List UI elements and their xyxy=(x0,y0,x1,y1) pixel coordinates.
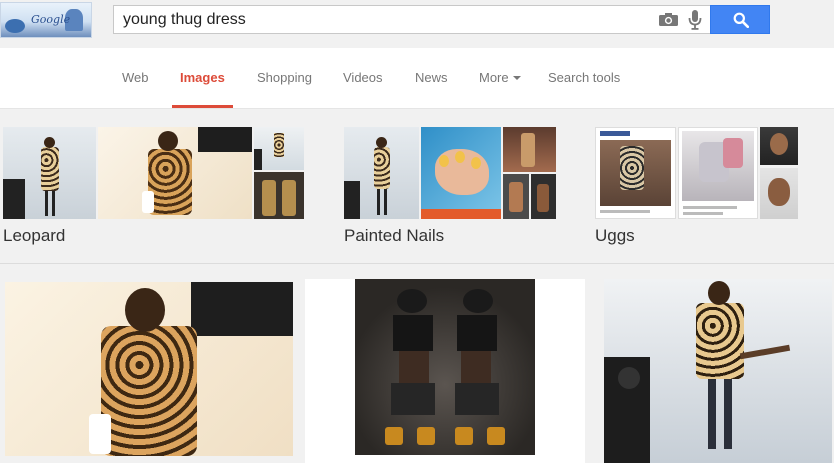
related-thumbnail[interactable] xyxy=(254,172,304,219)
related-thumbnail[interactable] xyxy=(421,127,501,219)
camera-icon[interactable] xyxy=(659,13,678,26)
tab-shopping[interactable]: Shopping xyxy=(257,70,312,85)
search-input[interactable] xyxy=(123,6,643,33)
related-thumbnail[interactable] xyxy=(344,127,419,219)
image-result[interactable] xyxy=(604,279,832,463)
tab-more-label: More xyxy=(479,70,509,85)
tab-more[interactable]: More xyxy=(479,70,521,85)
tab-videos[interactable]: Videos xyxy=(343,70,383,85)
tab-images[interactable]: Images xyxy=(180,70,225,85)
search-box[interactable] xyxy=(113,5,711,34)
active-tab-indicator xyxy=(172,105,233,108)
related-search-label[interactable]: Leopard xyxy=(3,226,65,246)
search-button[interactable] xyxy=(710,5,770,34)
related-search-label[interactable]: Painted Nails xyxy=(344,226,444,246)
related-thumbnail[interactable] xyxy=(3,127,96,219)
image-result[interactable] xyxy=(305,279,585,463)
tab-news[interactable]: News xyxy=(415,70,448,85)
top-bar: Google xyxy=(0,0,834,48)
image-result[interactable] xyxy=(5,282,293,456)
related-search-uggs[interactable]: Uggs xyxy=(595,127,798,247)
tab-web[interactable]: Web xyxy=(122,70,149,85)
related-thumbnail[interactable] xyxy=(678,127,758,219)
related-search-painted-nails[interactable]: Painted Nails xyxy=(344,127,556,247)
google-doodle-logo[interactable]: Google xyxy=(0,2,92,38)
search-nav-bar: Web Images Shopping Videos News More Sea… xyxy=(0,48,834,109)
related-thumbnail[interactable] xyxy=(760,127,798,165)
search-icon xyxy=(733,12,749,28)
logo-decoration xyxy=(5,19,25,33)
related-thumbnail[interactable] xyxy=(254,127,304,170)
related-search-leopard[interactable]: Leopard xyxy=(3,127,305,247)
tab-search-tools[interactable]: Search tools xyxy=(548,70,620,85)
logo-wordmark: Google xyxy=(31,13,71,26)
caret-down-icon xyxy=(512,76,521,80)
related-thumbnail[interactable] xyxy=(595,127,676,219)
section-divider xyxy=(0,263,834,264)
related-thumbnail[interactable] xyxy=(98,127,252,219)
related-thumbnail[interactable] xyxy=(531,174,556,219)
related-thumbnail[interactable] xyxy=(760,168,798,219)
related-search-label[interactable]: Uggs xyxy=(595,226,635,246)
microphone-icon[interactable] xyxy=(688,10,702,30)
related-thumbnail[interactable] xyxy=(503,127,556,172)
related-thumbnail[interactable] xyxy=(503,174,529,219)
